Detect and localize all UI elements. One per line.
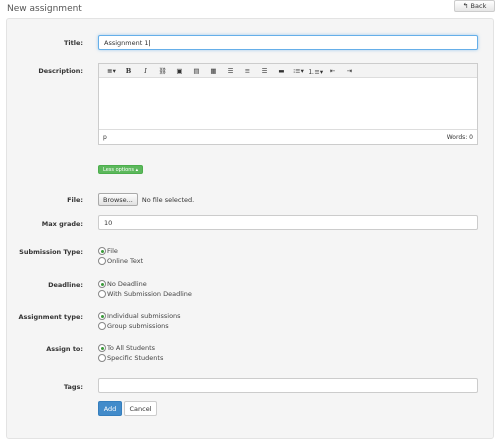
assignment-type-label: Assignment type: — [18, 313, 83, 321]
justify-icon[interactable]: ▬ — [273, 65, 290, 77]
radio-selected-icon[interactable] — [98, 344, 106, 352]
file-picker: Browse... No file selected. — [98, 193, 194, 206]
assignment-type-individual[interactable]: Individual submissions — [98, 311, 181, 321]
editor-toolbar: ≣▾ B I ⛓ ▣ ▤ ▦ ☰ ≡ ☰ ▬ ⁝≡▾ ⒈≡▾ ⇤ ⇥ — [99, 64, 477, 78]
align-left-icon[interactable]: ☰ — [222, 65, 239, 77]
option-label: No Deadline — [107, 280, 147, 288]
radio-icon[interactable] — [98, 322, 106, 330]
option-label: File — [107, 247, 118, 255]
option-label: Specific Students — [107, 354, 164, 362]
title-input-value: Assignment 1 — [104, 38, 149, 47]
option-label: To All Students — [107, 344, 156, 352]
title-label: Title: — [63, 39, 83, 47]
max-grade-input[interactable]: 10 — [98, 215, 478, 230]
submission-type-group: File Online Text — [98, 246, 143, 266]
indent-icon[interactable]: ⇥ — [341, 65, 358, 77]
word-count: Words: 0 — [446, 133, 473, 141]
no-file-text: No file selected. — [141, 195, 195, 204]
back-button[interactable]: ↰ Back — [454, 0, 495, 12]
option-label: Individual submissions — [107, 312, 181, 320]
outdent-icon[interactable]: ⇤ — [324, 65, 341, 77]
assignment-type-group: Individual submissions Group submissions — [98, 311, 181, 331]
assign-to-group: To All Students Specific Students — [98, 343, 163, 363]
media-icon[interactable]: ▤ — [188, 65, 205, 77]
tags-label: Tags: — [63, 383, 83, 391]
deadline-group: No Deadline With Submission Deadline — [98, 279, 192, 299]
align-right-icon[interactable]: ☰ — [256, 65, 273, 77]
submission-type-file[interactable]: File — [98, 246, 143, 256]
editor-statusbar: p Words: 0 — [99, 129, 477, 144]
deadline-none[interactable]: No Deadline — [98, 279, 192, 289]
radio-icon[interactable] — [98, 290, 106, 298]
radio-selected-icon[interactable] — [98, 280, 106, 288]
max-grade-value: 10 — [104, 218, 113, 227]
editor-path: p — [103, 133, 107, 141]
radio-selected-icon[interactable] — [98, 247, 106, 255]
description-label: Description: — [38, 67, 83, 75]
back-arrow-icon: ↰ — [462, 2, 469, 10]
assignment-type-group-submissions[interactable]: Group submissions — [98, 321, 181, 331]
bold-icon[interactable]: B — [120, 65, 137, 77]
radio-icon[interactable] — [98, 354, 106, 362]
less-options-button[interactable]: Less options ▴ — [98, 165, 144, 174]
assign-to-label: Assign to: — [46, 345, 83, 353]
align-center-icon[interactable]: ≡ — [239, 65, 256, 77]
italic-icon[interactable]: I — [137, 65, 154, 77]
styles-icon[interactable]: ≣▾ — [103, 65, 120, 77]
bullet-list-icon[interactable]: ⁝≡▾ — [290, 65, 307, 77]
title-input[interactable]: Assignment 1 | — [98, 35, 478, 50]
submission-type-online-text[interactable]: Online Text — [98, 256, 143, 266]
numbered-list-icon[interactable]: ⒈≡▾ — [307, 65, 324, 77]
deadline-label: Deadline: — [48, 281, 83, 289]
link-icon[interactable]: ⛓ — [154, 65, 171, 77]
back-button-label: Back — [470, 2, 487, 10]
max-grade-label: Max grade: — [41, 220, 83, 228]
editor-content-area[interactable] — [99, 78, 477, 129]
image-icon[interactable]: ▣ — [171, 65, 188, 77]
submission-type-label: Submission Type: — [19, 248, 83, 256]
table-icon[interactable]: ▦ — [205, 65, 222, 77]
browse-button[interactable]: Browse... — [98, 193, 138, 206]
description-editor[interactable]: ≣▾ B I ⛓ ▣ ▤ ▦ ☰ ≡ ☰ ▬ ⁝≡▾ ⒈≡▾ ⇤ ⇥ p Wor… — [98, 63, 478, 145]
radio-icon[interactable] — [98, 257, 106, 265]
tags-input[interactable] — [98, 378, 478, 393]
option-label: With Submission Deadline — [107, 290, 192, 298]
assign-to-specific[interactable]: Specific Students — [98, 353, 163, 363]
add-button[interactable]: Add — [98, 401, 122, 416]
file-label: File: — [67, 196, 83, 204]
page-title: New assignment — [7, 4, 82, 14]
cancel-button[interactable]: Cancel — [124, 401, 157, 416]
radio-selected-icon[interactable] — [98, 312, 106, 320]
option-label: Online Text — [107, 257, 144, 265]
assign-to-all[interactable]: To All Students — [98, 343, 163, 353]
option-label: Group submissions — [107, 322, 169, 330]
deadline-with-date[interactable]: With Submission Deadline — [98, 289, 192, 299]
